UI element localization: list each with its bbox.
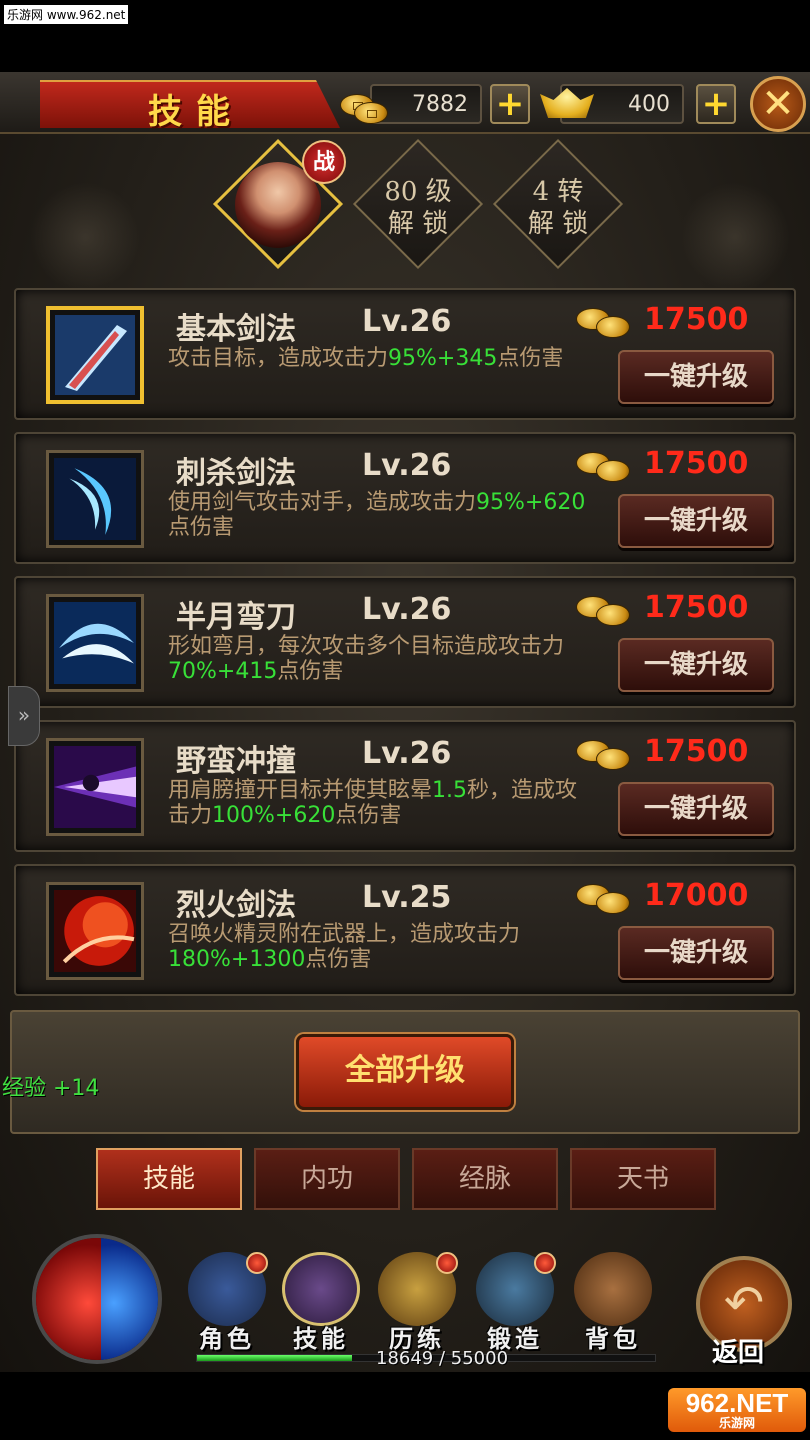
skill-level: Lv.26 xyxy=(362,736,452,771)
tab-heaven-book[interactable]: 天书 xyxy=(570,1148,716,1210)
add-gold-button[interactable]: + xyxy=(490,84,530,124)
skill-description: 形如弯月，每次攻击多个目标造成攻击力70%+415点伤害 xyxy=(168,634,565,684)
coin-stack-icon xyxy=(576,884,632,916)
lock-text-level-2: 解 锁 xyxy=(387,209,449,239)
skill-name: 野蛮冲撞 xyxy=(176,744,296,779)
coin-stack-icon xyxy=(576,308,632,340)
notification-dot xyxy=(436,1252,458,1274)
quick-upgrade-button[interactable]: 一键升级 xyxy=(618,350,774,404)
coin-stack-icon xyxy=(576,740,632,772)
nav-skills[interactable]: 技能 xyxy=(276,1252,366,1353)
exp-gain-toast: 经验 +14 xyxy=(2,1076,100,1101)
nav-label: 技能 xyxy=(293,1324,349,1353)
lock-text-rebirth-1: 4 转 xyxy=(532,177,584,207)
warrior-badge: 战 xyxy=(302,140,346,184)
gold-display: 7882 xyxy=(370,84,482,124)
upgrade-all-button[interactable]: 全部升级 xyxy=(296,1034,514,1110)
lock-text-level-1: 80 级 xyxy=(384,177,452,207)
hp-mp-orb xyxy=(32,1234,162,1364)
nav-label: 背包 xyxy=(585,1324,641,1353)
coin-stack-icon xyxy=(576,452,632,484)
upgrade-cost: 17000 xyxy=(644,878,749,913)
lock-text-rebirth-2: 解 锁 xyxy=(527,209,589,239)
tab-meridians[interactable]: 经脉 xyxy=(412,1148,558,1210)
skill-level: Lv.26 xyxy=(362,592,452,627)
upgrade-cost: 17500 xyxy=(644,734,749,769)
skill-row[interactable]: 刺杀剑法 Lv.26 使用剑气攻击对手，造成攻击力95%+620点伤害 1750… xyxy=(14,432,796,564)
skill-row[interactable]: 半月弯刀 Lv.26 形如弯月，每次攻击多个目标造成攻击力70%+415点伤害 … xyxy=(14,576,796,708)
close-button[interactable]: ✕ xyxy=(750,76,806,132)
quick-upgrade-button[interactable]: 一键升级 xyxy=(618,926,774,980)
game-screen: 技能 7882 + 400 + ✕ 战 80 级 解 锁 4 转 解 锁 基本剑… xyxy=(0,72,810,1372)
crescent-blade-icon xyxy=(54,602,136,684)
sword-slash-icon xyxy=(55,315,135,395)
nav-label: 角色 xyxy=(199,1324,255,1353)
quick-upgrade-button[interactable]: 一键升级 xyxy=(618,782,774,836)
skill-row[interactable]: 野蛮冲撞 Lv.26 用肩膀撞开目标并使其眩晕1.5秒，造成攻击力100%+62… xyxy=(14,720,796,852)
side-expand-tab[interactable]: » xyxy=(8,686,40,746)
quick-upgrade-button[interactable]: 一键升级 xyxy=(618,494,774,548)
exp-bar-fill xyxy=(197,1355,353,1361)
nav-training[interactable]: 历练 xyxy=(372,1252,462,1353)
tab-inner-power[interactable]: 内功 xyxy=(254,1148,400,1210)
skill-icon-frame[interactable] xyxy=(46,882,144,980)
upgrade-cost: 17500 xyxy=(644,590,749,625)
nav-bag[interactable]: 背包 xyxy=(568,1252,658,1353)
notification-dot xyxy=(534,1252,556,1274)
nav-character[interactable]: 角色 xyxy=(182,1252,272,1353)
dragon-ornament-right xyxy=(680,182,790,292)
skill-icon-frame[interactable] xyxy=(46,738,144,836)
skill-icon-frame[interactable] xyxy=(46,306,144,404)
quick-upgrade-button[interactable]: 一键升级 xyxy=(618,638,774,692)
upgrade-cost: 17500 xyxy=(644,302,749,337)
watermark-top: 乐游网 www.962.net xyxy=(4,5,129,24)
upgrade-cost: 17500 xyxy=(644,446,749,481)
skill-name: 烈火剑法 xyxy=(176,888,296,923)
nav-forge[interactable]: 锻造 xyxy=(470,1252,560,1353)
notification-dot xyxy=(246,1252,268,1274)
fire-sword-icon xyxy=(54,890,136,972)
skill-name: 基本剑法 xyxy=(176,312,296,347)
back-label: 返回 xyxy=(712,1338,765,1368)
skill-book-icon xyxy=(282,1252,360,1326)
add-ingot-button[interactable]: + xyxy=(696,84,736,124)
header-bar: 技能 7882 + 400 + ✕ xyxy=(0,72,810,134)
skill-icon-frame[interactable] xyxy=(46,450,144,548)
skill-description: 用肩膀撞开目标并使其眩晕1.5秒，造成攻击力100%+620点伤害 xyxy=(168,778,578,828)
skill-description: 攻击目标，造成攻击力95%+345点伤害 xyxy=(168,346,564,371)
skill-icon-frame[interactable] xyxy=(46,594,144,692)
skill-level: Lv.26 xyxy=(362,448,452,483)
dragon-ornament-left xyxy=(30,182,140,292)
skill-description: 召唤火精灵附在武器上，造成攻击力180%+1300点伤害 xyxy=(168,922,521,972)
watermark-logo: 962.NET 乐游网 xyxy=(668,1388,806,1432)
blade-wave-icon xyxy=(54,458,136,540)
hp-orb-half xyxy=(36,1238,101,1360)
skill-row[interactable]: 基本剑法 Lv.26 攻击目标，造成攻击力95%+345点伤害 17500 一键… xyxy=(14,288,796,420)
exp-text: 18649 / 55000 xyxy=(376,1348,509,1369)
status-bar: 乐游网 www.962.net xyxy=(0,0,810,72)
mp-orb-half xyxy=(101,1238,158,1360)
skill-description: 使用剑气攻击对手，造成攻击力95%+620点伤害 xyxy=(168,490,586,540)
skill-level: Lv.26 xyxy=(362,304,452,339)
gold-coin-icon xyxy=(354,102,388,124)
tab-skills[interactable]: 技能 xyxy=(96,1148,242,1210)
skill-level: Lv.25 xyxy=(362,880,452,915)
coin-stack-icon xyxy=(576,596,632,628)
skill-name: 半月弯刀 xyxy=(176,600,296,635)
charge-icon xyxy=(54,746,136,828)
skill-row[interactable]: 烈火剑法 Lv.25 召唤火精灵附在武器上，造成攻击力180%+1300点伤害 … xyxy=(14,864,796,996)
page-title: 技能 xyxy=(148,92,244,132)
skill-name: 刺杀剑法 xyxy=(176,456,296,491)
backpack-icon xyxy=(574,1252,652,1326)
